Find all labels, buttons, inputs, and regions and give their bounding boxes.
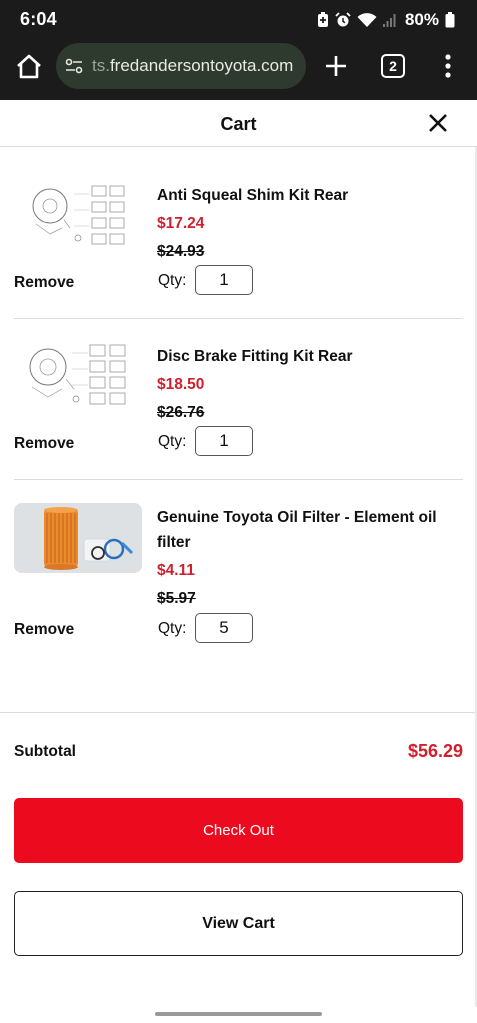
qty-label: Qty: (158, 620, 187, 637)
item-name[interactable]: Genuine Toyota Oil Filter - Element oil … (157, 505, 463, 555)
item-price: $18.50 (157, 376, 205, 393)
remove-button[interactable]: Remove (14, 274, 74, 292)
tab-switcher-button[interactable]: 2 (381, 54, 405, 78)
item-name[interactable]: Disc Brake Fitting Kit Rear (157, 344, 463, 369)
close-icon[interactable] (426, 111, 450, 135)
footer-divider (0, 712, 477, 713)
product-thumbnail[interactable] (14, 180, 142, 250)
battery-saver-icon (317, 12, 328, 27)
wifi-icon (357, 13, 377, 27)
signal-icon (382, 14, 396, 27)
subtotal-label: Subtotal (14, 743, 76, 760)
url-text: ts.fredandersontoyota.com (92, 56, 293, 76)
battery-percent: 80% (404, 10, 439, 29)
item-original-price: $5.97 (157, 590, 196, 607)
tab-count: 2 (389, 58, 397, 74)
checkout-button[interactable]: Check Out (14, 798, 463, 863)
gesture-bar[interactable] (155, 1012, 322, 1016)
quantity-input[interactable] (195, 613, 253, 643)
view-cart-button[interactable]: View Cart (14, 891, 463, 956)
new-tab-icon[interactable] (323, 53, 349, 79)
status-bar: 6:04 80% (0, 0, 477, 40)
item-name[interactable]: Anti Squeal Shim Kit Rear (157, 183, 463, 208)
remove-button[interactable]: Remove (14, 621, 74, 639)
more-menu-icon[interactable] (440, 52, 456, 80)
status-time: 6:04 (20, 9, 57, 29)
browser-toolbar: ts.fredandersontoyota.com 2 (0, 40, 477, 100)
home-icon[interactable] (14, 52, 44, 82)
cart-title: Cart (220, 114, 257, 134)
site-settings-icon[interactable] (64, 56, 84, 76)
quantity-input[interactable] (195, 426, 253, 456)
cart-header: Cart (0, 100, 477, 147)
product-thumbnail[interactable] (14, 503, 142, 573)
parts-diagram-image (14, 180, 142, 250)
item-divider (14, 318, 463, 319)
item-original-price: $26.76 (157, 404, 205, 421)
product-thumbnail[interactable] (14, 341, 142, 411)
parts-diagram-image (14, 341, 142, 411)
qty-label: Qty: (158, 433, 187, 450)
item-divider (14, 479, 463, 480)
alarm-icon (335, 12, 351, 27)
cart-item: Remove Genuine Toyota Oil Filter - Eleme… (14, 482, 463, 652)
subtotal-value: $56.29 (407, 741, 463, 761)
qty-label: Qty: (158, 272, 187, 289)
address-bar[interactable]: ts.fredandersontoyota.com (56, 43, 306, 89)
quantity-input[interactable] (195, 265, 253, 295)
battery-icon (445, 12, 455, 28)
cart-item: Remove Anti Squeal Shim Kit Rear $17.24 … (14, 160, 463, 310)
url-prefix: ts. (92, 56, 110, 75)
status-icons: 80% (317, 8, 455, 32)
remove-button[interactable]: Remove (14, 435, 74, 453)
cart-item: Remove Disc Brake Fitting Kit Rear $18.5… (14, 321, 463, 471)
item-price: $4.11 (157, 562, 195, 579)
oil-filter-image (14, 503, 142, 573)
url-domain: fredandersontoyota.com (109, 56, 294, 75)
item-price: $17.24 (157, 215, 205, 232)
item-original-price: $24.93 (157, 243, 205, 260)
